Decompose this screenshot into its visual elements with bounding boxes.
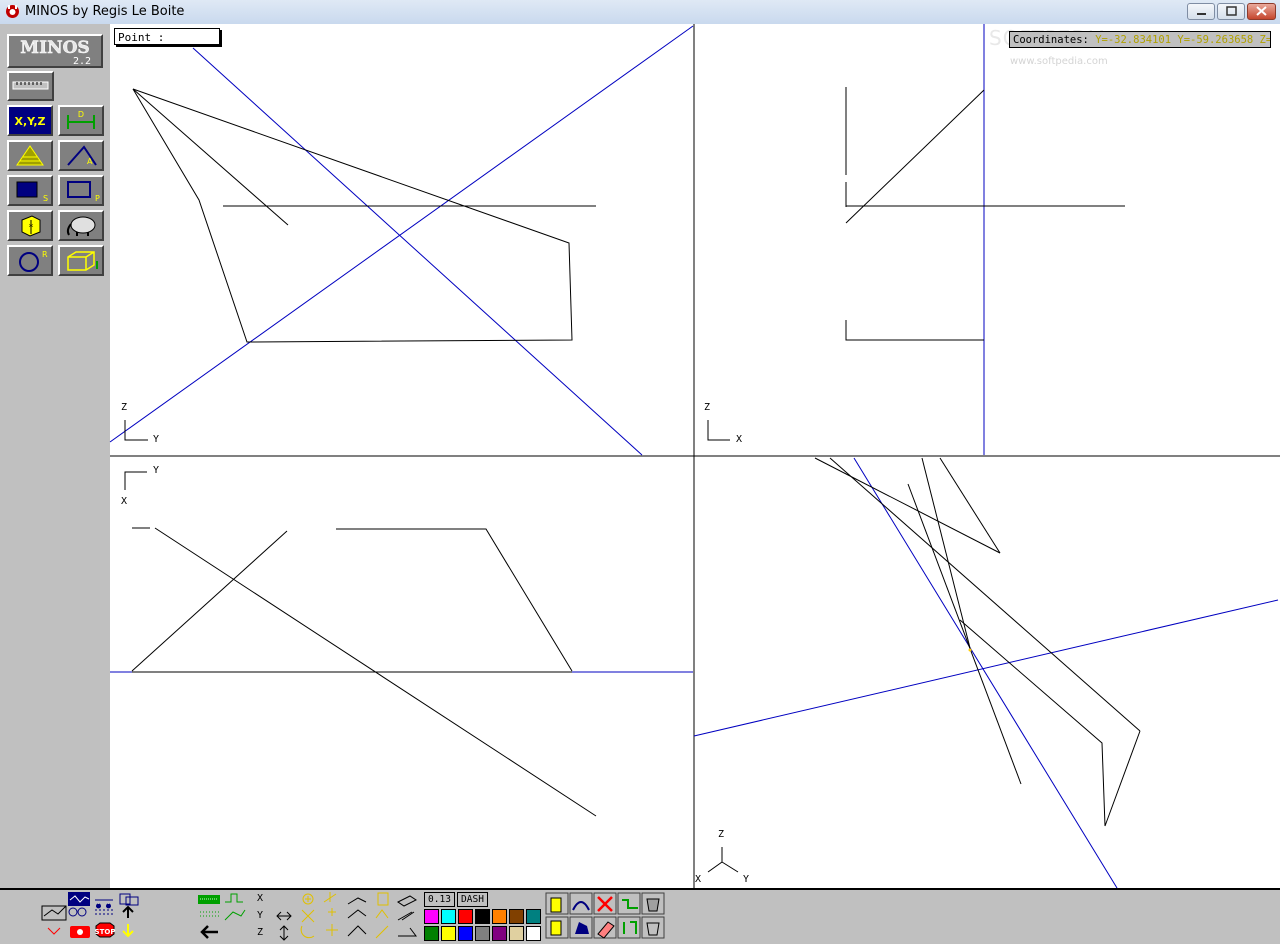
dotted-icon [200, 911, 220, 917]
layer-icon [377, 892, 389, 906]
step-icon [225, 893, 243, 903]
axis-y-label[interactable]: Y [257, 910, 263, 921]
angle-tool-icon [347, 925, 367, 937]
triangle-icon [375, 909, 389, 919]
coordinates-readout: Coordinates: Y=-32.834101 Y=-59.263658 Z… [1009, 31, 1271, 48]
wire-polyline [959, 619, 1141, 827]
copy-icon [119, 893, 139, 906]
empty-bin-icon [646, 922, 660, 936]
snap-intersect-icon [301, 909, 315, 923]
wire-line [132, 88, 289, 226]
snap-line-icon [323, 892, 337, 903]
blue-guide-line [853, 457, 1118, 889]
snap-icons [300, 892, 417, 939]
point-label: Point : [118, 31, 165, 44]
bottom-toolbar: STOP X Y Z 0.13 DASH [0, 888, 1280, 944]
axis-label-z: Z [704, 402, 711, 413]
viewport-bottom-left [110, 471, 693, 817]
wire-line [907, 483, 1022, 785]
line-type-icons: STOP [41, 892, 139, 938]
line-width-button[interactable]: 0.13 [424, 892, 455, 907]
wire-line [131, 530, 288, 672]
axis-label-y: Y [153, 465, 160, 476]
undo-icon [47, 927, 61, 935]
color-swatch-red[interactable] [458, 909, 473, 924]
color-swatch-orange[interactable] [492, 909, 507, 924]
line-style-button[interactable]: DASH [457, 892, 488, 907]
color-swatch-white[interactable] [526, 926, 541, 941]
viewport-bottom-right [693, 457, 1279, 889]
svg-text:STOP: STOP [95, 928, 116, 936]
color-swatch-green[interactable] [424, 926, 439, 941]
arrow-down-icon [122, 924, 134, 938]
blue-guide-line [693, 599, 1279, 737]
wire-polyline [132, 88, 573, 343]
arrow-up-icon [122, 905, 134, 918]
arrow-vertical-icon [279, 925, 289, 941]
angle-tool-icon [347, 909, 367, 919]
snap-cross-icon [326, 924, 338, 936]
wire-line [814, 457, 1001, 554]
wire-line [829, 457, 1141, 732]
snap-point-icon [328, 908, 336, 916]
snap-arc-icon [300, 925, 315, 939]
circles-icon [68, 907, 87, 917]
selected-point [968, 648, 972, 652]
angle-tool-icon [347, 897, 367, 905]
slope-icon [398, 927, 417, 937]
color-swatch-brown[interactable] [509, 909, 524, 924]
grid-snap-icons [198, 893, 292, 941]
axis-gizmo [707, 847, 739, 873]
blue-guide-line [192, 47, 643, 456]
edit-icons [545, 892, 665, 939]
blue-guide-line [109, 25, 694, 443]
color-swatch-teal[interactable] [526, 909, 541, 924]
recycle-bin-icon [646, 898, 660, 912]
color-swatch-blue[interactable] [458, 926, 473, 941]
viewports-drawing [109, 24, 1280, 889]
axis-x-label[interactable]: X [257, 893, 263, 904]
axis-label-y: Y [153, 434, 160, 445]
wire-polyline [336, 528, 573, 672]
watermark-url: www.softpedia.com [1010, 56, 1108, 67]
color-swatch-cyan[interactable] [441, 909, 456, 924]
axis-label-z: Z [121, 402, 128, 413]
wire-polyline [845, 320, 984, 341]
color-swatch-magenta[interactable] [424, 909, 439, 924]
axis-gizmo [124, 471, 147, 490]
curve-icon [43, 905, 67, 917]
diagonal-icon [375, 925, 389, 939]
zigzag-icon [224, 909, 246, 921]
save-file-icon [550, 920, 562, 936]
parallel-icon [397, 911, 415, 921]
plane-tool-icon [397, 895, 417, 907]
viewport-top-right [707, 24, 1125, 455]
color-swatch-black[interactable] [475, 909, 490, 924]
color-swatch-beige[interactable] [509, 926, 524, 941]
color-swatch-purple[interactable] [492, 926, 507, 941]
axis-label-z: Z [718, 829, 725, 840]
bottom-tools-graphics: STOP [41, 892, 665, 941]
point-field[interactable]: Point : [114, 28, 220, 45]
axis-label-x: X [695, 874, 702, 885]
axis-label-y: Y [743, 874, 750, 885]
axis-gizmo [707, 420, 730, 441]
dotted-grid-icon [95, 909, 113, 915]
coordinates-label: Coordinates: [1013, 34, 1089, 46]
arrow-horizontal-icon [276, 911, 292, 921]
color-swatch-gray[interactable] [475, 926, 490, 941]
viewport-top-left [109, 25, 694, 456]
axis-z-label[interactable]: Z [257, 927, 263, 938]
wire-line [845, 89, 985, 224]
axis-label-x: X [736, 434, 743, 445]
coordinates-value: Y=-32.834101 Y=-59.263658 Z=14.861751 [1095, 34, 1271, 46]
wire-line [921, 457, 971, 649]
color-swatch-yellow[interactable] [441, 926, 456, 941]
wire-line [939, 457, 1001, 554]
open-file-icon [550, 897, 562, 913]
arrow-left-icon [200, 925, 218, 939]
axis-label-x: X [121, 496, 128, 507]
car-icon [95, 899, 113, 909]
